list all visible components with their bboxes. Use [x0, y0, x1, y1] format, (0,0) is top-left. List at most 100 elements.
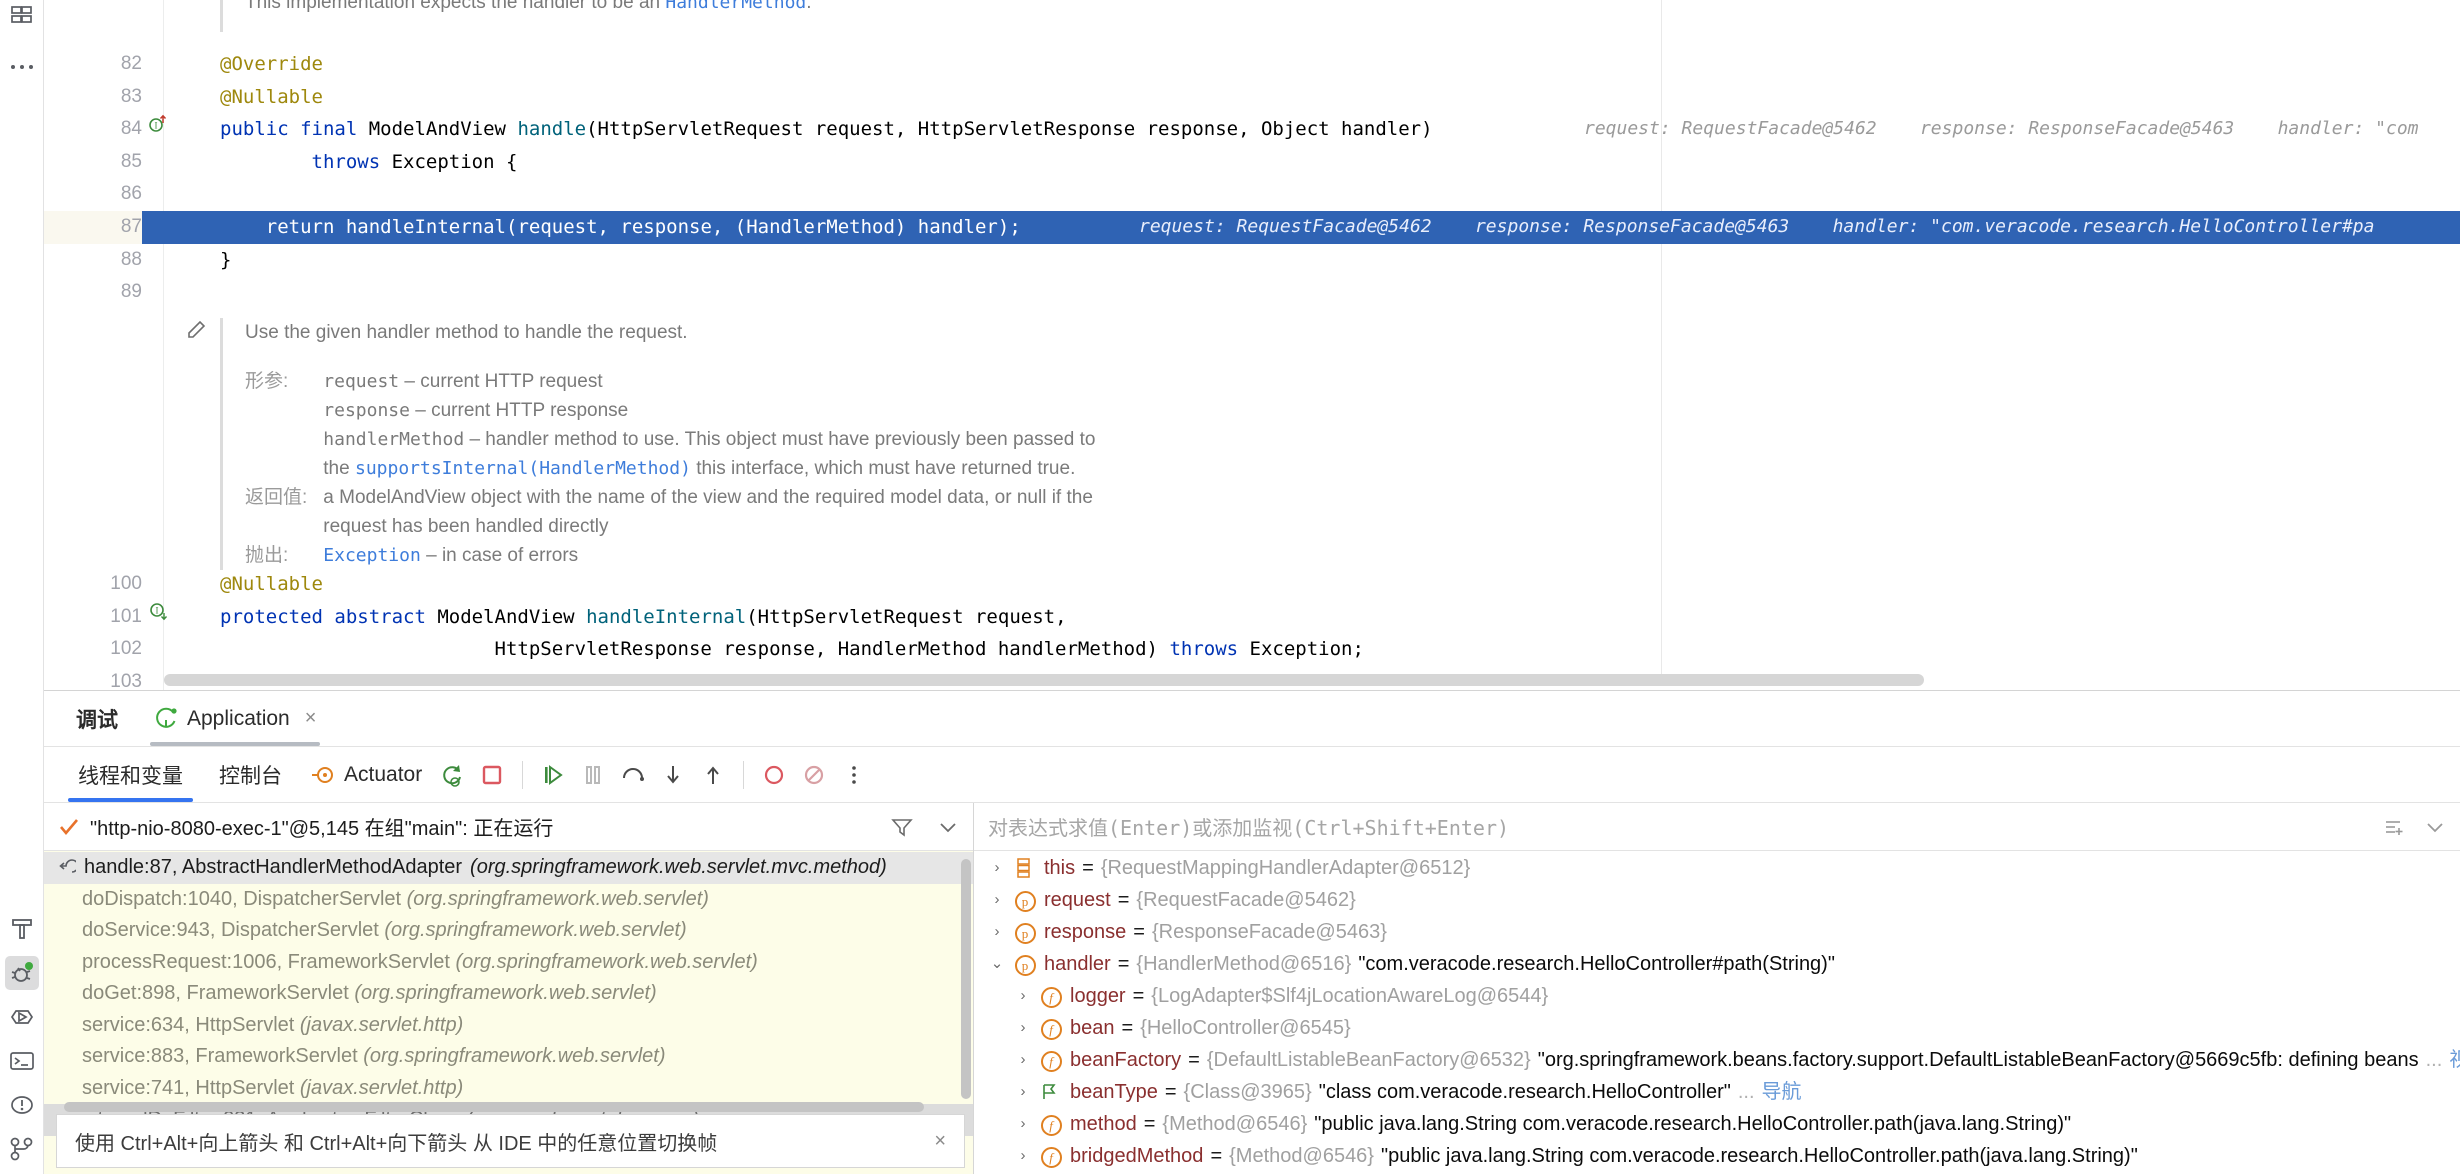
variable-ref: {Class@3965} [1183, 1081, 1312, 1103]
code-line-101[interactable]: 101 Iprotected abstract ModelAndView hand… [44, 601, 2460, 634]
frames-scrollbar[interactable] [961, 859, 971, 1099]
tab-application[interactable]: Application × [146, 691, 324, 746]
code-line-100[interactable]: 100 @Nullable [44, 568, 2460, 601]
frames-horizontal-scrollbar[interactable] [64, 1102, 924, 1112]
code-block-upper[interactable]: 82 @Override 83 @Nullable 84 Ipublic final Mo… [44, 48, 2460, 309]
resume-icon[interactable] [533, 755, 573, 795]
structure-icon[interactable] [5, 2, 39, 36]
pause-icon[interactable] [573, 755, 613, 795]
frame-item[interactable]: doService:943, DispatcherServlet (org.sp… [44, 915, 973, 947]
variable-action-link[interactable]: 导航 [1762, 1076, 1802, 1108]
mute-breakpoints-icon[interactable] [794, 755, 834, 795]
code-block-lower[interactable]: 100 @Nullable 101 Iprotected abstract Model… [44, 568, 2460, 690]
chevron-right-icon[interactable]: › [1014, 1076, 1032, 1108]
editor-horizontal-scrollbar[interactable] [164, 674, 1924, 686]
filter-icon[interactable] [891, 816, 913, 838]
stop-icon[interactable] [472, 755, 512, 795]
more-icon[interactable] [834, 755, 874, 795]
thread-selector[interactable]: "http-nio-8080-exec-1"@5,145 在组"main": 正… [44, 803, 973, 851]
chevron-down-icon[interactable] [2424, 816, 2446, 838]
code-line-82[interactable]: 82 @Override [44, 48, 2460, 81]
token: handleInternal [586, 605, 747, 628]
override-method-icon[interactable]: I [148, 113, 170, 133]
run-icon[interactable] [5, 1000, 39, 1034]
frame-item[interactable]: service:741, HttpServlet (javax.servlet.… [44, 1073, 973, 1105]
version-control-icon[interactable] [5, 1132, 39, 1166]
debug-icon[interactable] [4, 956, 39, 990]
code-line-84[interactable]: 84 Ipublic final ModelAndView handle(Http… [44, 113, 2460, 146]
variable-equals: = [1143, 1113, 1156, 1135]
variable-row[interactable]: › beanType = {Class@3965} "class com.vera… [974, 1076, 2460, 1108]
view-breakpoints-icon[interactable] [754, 755, 794, 795]
variable-equals: = [1117, 953, 1130, 975]
step-over-icon[interactable] [613, 755, 653, 795]
chevron-down-icon[interactable] [937, 816, 959, 838]
supports-internal-link[interactable]: supportsInternal(HandlerMethod) [355, 458, 691, 479]
chevron-right-icon[interactable]: › [1014, 980, 1032, 1012]
code-editor[interactable]: This implementation expects the handler … [44, 0, 2460, 690]
step-into-icon[interactable] [653, 755, 693, 795]
terminal-icon[interactable] [5, 1044, 39, 1078]
chevron-right-icon[interactable]: › [988, 916, 1006, 948]
close-icon[interactable]: × [305, 707, 317, 730]
evaluate-expression-input[interactable]: 对表达式求值(Enter)或添加监视(Ctrl+Shift+Enter) [974, 803, 2460, 851]
actuator-icon [310, 762, 336, 788]
frame-item[interactable]: processRequest:1006, FrameworkServlet (o… [44, 947, 973, 979]
frame-item[interactable]: doGet:898, FrameworkServlet (org.springf… [44, 978, 973, 1010]
variable-row[interactable]: › f method = {Method@6546} "public java.la… [974, 1108, 2460, 1140]
frames-hint-text: 使用 Ctrl+Alt+向上箭头 和 Ctrl+Alt+向下箭头 从 IDE 中… [75, 1132, 718, 1155]
chevron-right-icon[interactable]: › [1014, 1108, 1032, 1140]
variable-ref: {RequestMappingHandlerAdapter@6512} [1100, 857, 1471, 879]
variable-name: request [1044, 889, 1111, 911]
actuator-button[interactable]: Actuator [300, 762, 432, 788]
javadoc-throws-value: Exception – in case of errors [323, 541, 1095, 570]
code-line-83[interactable]: 83 @Nullable [44, 81, 2460, 114]
code-line-102[interactable]: 102 HttpServletResponse response, Handle… [44, 633, 2460, 666]
chevron-right-icon[interactable]: › [988, 884, 1006, 916]
more-options-icon[interactable] [5, 50, 39, 84]
javadoc-handler-method-link[interactable]: HandlerMethod [665, 0, 806, 13]
add-watch-icon[interactable] [2382, 816, 2404, 838]
variable-row[interactable]: › f logger = {LogAdapter$Slf4jLocationAwar… [974, 980, 2460, 1012]
chevron-right-icon[interactable]: › [988, 852, 1006, 884]
toolbar-separator-1 [522, 760, 524, 789]
variable-row[interactable]: › f beanFactory = {DefaultListableBeanFact… [974, 1044, 2460, 1076]
frame-item[interactable]: handle:87, AbstractHandlerMethodAdapter … [44, 852, 973, 884]
variable-row[interactable]: › p response = {ResponseFacade@5463} [974, 916, 2460, 948]
tab-console[interactable]: 控制台 [201, 747, 300, 802]
chevron-right-icon[interactable]: › [1014, 1012, 1032, 1044]
step-out-icon[interactable] [693, 755, 733, 795]
variable-row[interactable]: › p request = {RequestFacade@5462} [974, 884, 2460, 916]
param-desc-handlermethod: handler method to use. This object must … [485, 429, 1096, 450]
inlay-value: ResponseFacade@5463 [2028, 118, 2235, 140]
code-line-89[interactable]: 89 [44, 276, 2460, 309]
pencil-icon[interactable] [184, 315, 208, 345]
chevron-right-icon[interactable]: › [1014, 1044, 1032, 1076]
code-line-87[interactable]: 87 return handleInternal(request, respon… [44, 210, 2460, 244]
variable-equals: = [1133, 921, 1145, 943]
code-line-88[interactable]: 88} [44, 244, 2460, 277]
frame-item[interactable]: service:883, FrameworkServlet (org.sprin… [44, 1041, 973, 1073]
close-icon[interactable]: × [934, 1130, 946, 1153]
chevron-right-icon[interactable]: › [1014, 1140, 1032, 1172]
tab-threads-and-variables[interactable]: 线程和变量 [60, 747, 201, 802]
variable-action-link[interactable]: 视 [2449, 1044, 2460, 1076]
javadoc-top-text-before: This implementation expects the handler … [245, 0, 666, 13]
parameter-icon: p [1013, 916, 1037, 948]
implemented-method-icon[interactable]: I [148, 601, 170, 621]
rerun-debug-icon[interactable] [432, 755, 472, 795]
code-line-85[interactable]: 85 throws Exception { [44, 146, 2460, 179]
variable-row[interactable]: › f bridgedMethod = {Method@6546} "public … [974, 1140, 2460, 1172]
frame-item[interactable]: doDispatch:1040, DispatcherServlet (org.… [44, 884, 973, 916]
build-icon[interactable] [5, 912, 39, 946]
variable-row[interactable]: › this = {RequestMappingHandlerAdapter@65… [974, 852, 2460, 884]
variable-row[interactable]: ⌄ p handler = {HandlerMethod@6516} "com.ve… [974, 948, 2460, 980]
variable-row[interactable]: › f bean = {HelloController@6545} [974, 1012, 2460, 1044]
chevron-down-icon[interactable]: ⌄ [988, 948, 1006, 980]
variables-tree[interactable]: › this = {RequestMappingHandlerAdapter@65… [974, 852, 2460, 1174]
problems-icon[interactable] [5, 1088, 39, 1122]
frame-item[interactable]: service:634, HttpServlet (javax.servlet.… [44, 1010, 973, 1042]
code-line-86[interactable]: 86 [44, 178, 2460, 211]
token: HttpServletResponse response, HandlerMet… [220, 638, 1170, 661]
throws-exception-link[interactable]: Exception [323, 545, 421, 566]
